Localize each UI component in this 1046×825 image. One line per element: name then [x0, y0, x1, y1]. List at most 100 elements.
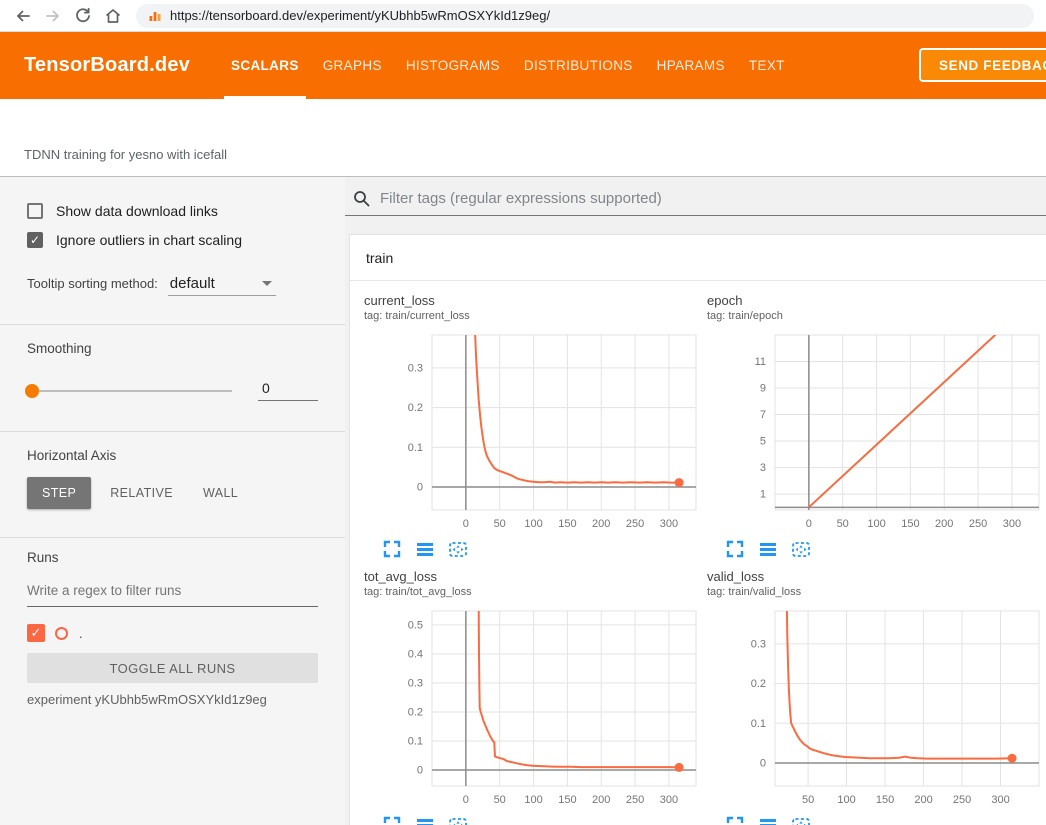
svg-text:0.2: 0.2 — [408, 706, 423, 718]
svg-text:300: 300 — [1003, 518, 1021, 530]
svg-text:150: 150 — [558, 518, 576, 530]
svg-text:100: 100 — [524, 518, 542, 530]
log-scale-icon[interactable] — [415, 815, 435, 825]
tab-hparams[interactable]: HPARAMS — [656, 32, 726, 99]
chart-toolbar — [707, 815, 1046, 825]
experiment-id-text: experiment yKUbhb5wRmOSXYkId1z9eg — [27, 692, 318, 707]
svg-text:100: 100 — [867, 518, 885, 530]
sidebar-divider — [0, 537, 345, 538]
chart-tag: tag: train/current_loss — [364, 310, 707, 322]
chart-title: valid_loss — [707, 569, 1046, 584]
series-line — [787, 604, 1013, 759]
chart-toolbar — [364, 539, 707, 559]
smoothing-slider[interactable] — [27, 390, 232, 392]
expand-chart-icon[interactable] — [725, 815, 745, 825]
svg-text:0.2: 0.2 — [408, 402, 423, 414]
tab-scalars[interactable]: SCALARS — [230, 32, 300, 99]
tag-filter-input[interactable] — [380, 190, 1046, 207]
horizontal-axis-options: STEPRELATIVEWALL — [27, 477, 318, 509]
svg-text:50: 50 — [802, 794, 814, 806]
ignore-outliers-checkbox[interactable]: ✓ — [27, 232, 43, 248]
chart-tile-tot_avg_loss: tot_avg_losstag: train/tot_avg_loss00.10… — [364, 569, 707, 825]
svg-text:7: 7 — [760, 409, 766, 421]
nav-tabs: SCALARS GRAPHS HISTOGRAMS DISTRIBUTIONS HPAR… — [230, 32, 808, 99]
horizontal-axis-heading: Horizontal Axis — [27, 448, 318, 463]
smoothing-value[interactable]: 0 — [258, 380, 318, 401]
show-download-links-checkbox[interactable] — [27, 203, 43, 219]
run-color-swatch[interactable] — [55, 627, 68, 640]
reload-icon[interactable] — [70, 3, 96, 29]
experiment-subtitle-bar: TDNN training for yesno with icefall — [0, 99, 1046, 177]
url-text[interactable]: https://tensorboard.dev/experiment/yKUbh… — [170, 8, 550, 23]
toggle-all-runs-button[interactable]: TOGGLE ALL RUNS — [27, 653, 318, 683]
smoothing-heading: Smoothing — [27, 341, 318, 356]
run-checkbox[interactable]: ✓ — [27, 624, 45, 642]
svg-text:0.5: 0.5 — [408, 619, 423, 631]
experiment-subtitle: TDNN training for yesno with icefall — [0, 147, 227, 176]
forward-arrow-icon[interactable] — [40, 3, 66, 29]
runs-filter-input[interactable] — [27, 581, 318, 607]
show-download-links-row[interactable]: Show data download links — [27, 203, 318, 219]
svg-text:0: 0 — [463, 794, 469, 806]
svg-text:250: 250 — [626, 518, 644, 530]
log-scale-icon[interactable] — [758, 539, 778, 559]
expand-chart-icon[interactable] — [725, 539, 745, 559]
expand-chart-icon[interactable] — [382, 539, 402, 559]
chart-canvas-tot_avg_loss[interactable]: 00.10.20.30.40.5050100150200250300 — [364, 604, 699, 809]
chart-tag: tag: train/valid_loss — [707, 586, 1046, 598]
tooltip-sort-select[interactable]: default — [168, 275, 276, 296]
series-line — [809, 328, 1005, 507]
log-scale-icon[interactable] — [758, 815, 778, 825]
train-section-header[interactable]: train — [350, 235, 1046, 281]
url-bar[interactable]: https://tensorboard.dev/experiment/yKUbh… — [136, 4, 1034, 28]
log-scale-icon[interactable] — [415, 539, 435, 559]
chart-title: current_loss — [364, 293, 707, 308]
svg-text:50: 50 — [494, 794, 506, 806]
run-name: . — [79, 626, 83, 641]
series-line — [475, 328, 679, 483]
sidebar-divider — [0, 324, 345, 325]
svg-text:1: 1 — [760, 489, 766, 501]
svg-text:200: 200 — [592, 794, 610, 806]
tab-histograms[interactable]: HISTOGRAMS — [405, 32, 501, 99]
tab-text[interactable]: TEXT — [748, 32, 786, 99]
chart-canvas-valid_loss[interactable]: 00.10.20.350100150200250300 — [707, 604, 1042, 809]
fit-domain-icon[interactable] — [791, 815, 811, 825]
axis-option-wall[interactable]: WALL — [188, 477, 253, 509]
svg-text:0.3: 0.3 — [408, 362, 423, 374]
tab-distributions[interactable]: DISTRIBUTIONS — [523, 32, 634, 99]
back-arrow-icon[interactable] — [10, 3, 36, 29]
ignore-outliers-row[interactable]: ✓ Ignore outliers in chart scaling — [27, 232, 318, 248]
chart-tile-current_loss: current_losstag: train/current_loss00.10… — [364, 293, 707, 559]
home-icon[interactable] — [100, 3, 126, 29]
fit-domain-icon[interactable] — [448, 815, 468, 825]
fit-domain-icon[interactable] — [448, 539, 468, 559]
dropdown-arrow-icon — [262, 281, 272, 286]
expand-chart-icon[interactable] — [382, 815, 402, 825]
search-icon — [353, 190, 370, 207]
fit-domain-icon[interactable] — [791, 539, 811, 559]
ignore-outliers-label: Ignore outliers in chart scaling — [56, 232, 242, 248]
chart-canvas-epoch[interactable]: 1357911050100150200250300 — [707, 328, 1042, 533]
svg-text:250: 250 — [953, 794, 971, 806]
svg-text:0: 0 — [417, 765, 423, 777]
tooltip-sort-label: Tooltip sorting method: — [27, 276, 158, 291]
train-section-card: train current_loss tag: train/current_los… — [349, 234, 1046, 825]
svg-text:5: 5 — [760, 436, 766, 448]
svg-text:100: 100 — [524, 794, 542, 806]
smoothing-slider-thumb[interactable] — [25, 384, 39, 398]
send-feedback-button[interactable]: SEND FEEDBACK — [919, 48, 1046, 82]
tab-graphs[interactable]: GRAPHS — [322, 32, 383, 99]
chart-tile-valid_loss: valid_losstag: train/valid_loss00.10.20.… — [707, 569, 1046, 825]
tag-filter-row — [345, 177, 1046, 216]
svg-text:300: 300 — [991, 794, 1009, 806]
settings-sidebar: Show data download links ✓ Ignore outlie… — [0, 177, 345, 825]
svg-text:0.2: 0.2 — [751, 678, 766, 690]
app-brand: TensorBoard.dev — [0, 54, 190, 77]
axis-option-step[interactable]: STEP — [27, 477, 91, 509]
axis-option-relative[interactable]: RELATIVE — [95, 477, 188, 509]
charts-grid: current_losstag: train/current_loss00.10… — [350, 281, 1046, 825]
svg-text:0.4: 0.4 — [408, 648, 423, 660]
runs-heading: Runs — [27, 550, 318, 565]
chart-canvas-current_loss[interactable]: 00.10.20.3050100150200250300 — [364, 328, 699, 533]
